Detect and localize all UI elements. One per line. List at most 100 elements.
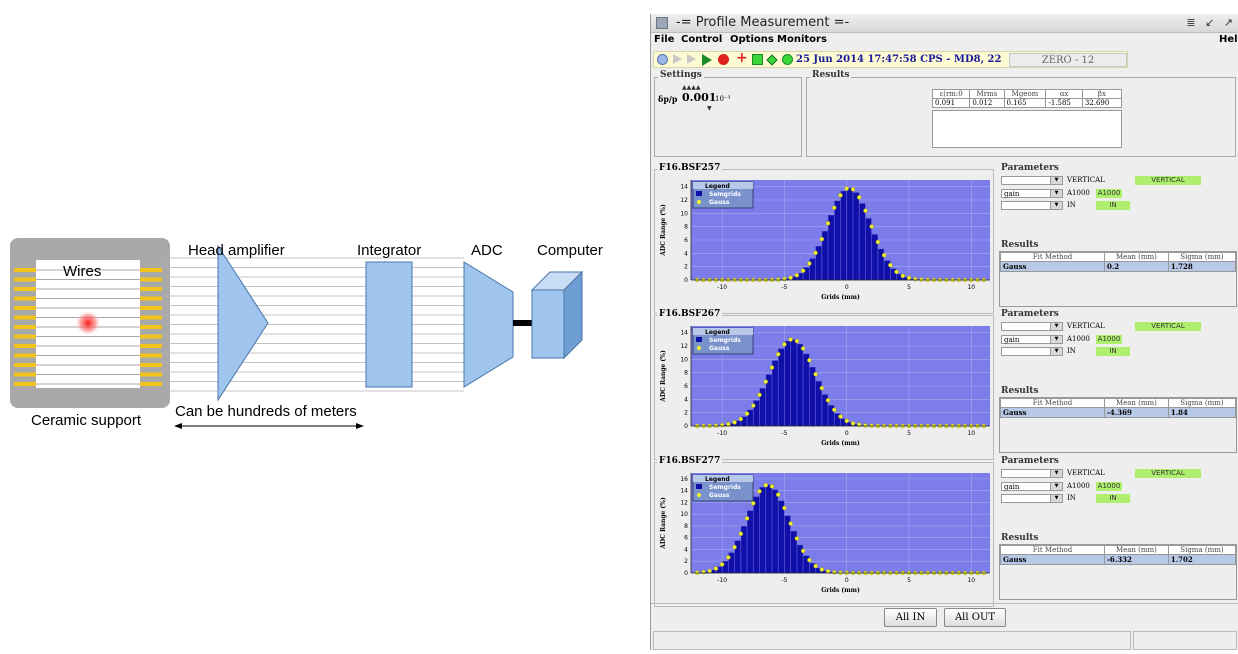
step-back-icon[interactable]	[673, 54, 682, 64]
y-tick-label: 8	[684, 523, 688, 530]
sigma-value[interactable]: 1.84	[1168, 408, 1235, 418]
mean-value[interactable]: 0.2	[1105, 262, 1169, 272]
gauss-fit-point	[782, 506, 786, 510]
fit-method-value[interactable]: Gauss	[1001, 262, 1105, 272]
plot-legend[interactable]: LegendSemgridsGauss	[693, 182, 753, 208]
all-out-button[interactable]: All OUT	[944, 608, 1006, 627]
gain-combo[interactable]: gain▼	[1001, 335, 1063, 344]
in-value: IN	[1067, 494, 1076, 502]
gain-label: gain	[1004, 483, 1019, 491]
zero-field[interactable]: ZERO - 12	[1009, 53, 1127, 67]
mean-value[interactable]: -4.369	[1105, 408, 1169, 418]
fit-results-table: Fit MethodMean (mm)Sigma (mm)Gauss-6.332…	[1000, 545, 1236, 565]
y-tick-label: 12	[680, 499, 688, 506]
sigma-value[interactable]: 1.702	[1168, 555, 1235, 565]
menu-control[interactable]: Control	[681, 34, 722, 45]
stop-icon[interactable]	[718, 54, 729, 65]
chevron-down-icon: ▼	[1050, 495, 1062, 502]
gauss-fit-point	[739, 532, 743, 536]
fit-method-value[interactable]: Gauss	[1001, 408, 1105, 418]
parameters-title: Parameters	[1001, 456, 1059, 466]
gain-combo[interactable]: gain▼	[1001, 189, 1063, 198]
menu-help[interactable]: Help	[1219, 34, 1238, 45]
gain-combo[interactable]: gain▼	[1001, 482, 1063, 491]
gauss-fit-point	[751, 404, 755, 408]
gain-label: gain	[1004, 336, 1019, 344]
pin-icon[interactable]: ≣	[1186, 16, 1198, 29]
menu-monitors[interactable]: Monitors	[777, 34, 827, 45]
connector-pin-right	[140, 382, 162, 386]
top-results-title: Results	[810, 70, 851, 80]
top-results-table: ε(rm:0 Mrms Mgeom αx βx 0.091 0.012 0.16…	[932, 89, 1122, 108]
x-tick-label: -5	[781, 284, 787, 291]
connector-pin-left	[14, 316, 36, 320]
gauss-fit-point	[726, 555, 730, 559]
minimize-icon[interactable]: ↙	[1205, 16, 1217, 29]
in-combo[interactable]: ▼	[1001, 347, 1063, 356]
plane-state: VERTICAL	[1135, 176, 1201, 185]
legend-swatch-gauss	[697, 346, 701, 350]
gauss-fit-point	[870, 225, 874, 229]
in-combo[interactable]: ▼	[1001, 201, 1063, 210]
plane-combo[interactable]: ▼	[1001, 176, 1063, 185]
add-icon[interactable]: +	[736, 53, 747, 64]
plane-combo[interactable]: ▼	[1001, 469, 1063, 478]
legend-title: Legend	[705, 183, 730, 190]
semgrid-bar	[835, 201, 841, 280]
gauss-fit-point	[745, 412, 749, 416]
menu-file[interactable]: File	[654, 34, 674, 45]
profile-plot: -10-5051002468101214Grids (mm)ADC Range …	[655, 170, 995, 315]
in-combo[interactable]: ▼	[1001, 494, 1063, 503]
window-titlebar[interactable]: -= Profile Measurement =- ≣ ↙ ↗	[651, 14, 1238, 33]
plane-value: VERTICAL	[1067, 469, 1105, 477]
y-tick-label: 0	[684, 423, 688, 430]
plot-legend[interactable]: LegendSemgridsGauss	[693, 475, 753, 501]
settings-value[interactable]: 0.001	[682, 91, 716, 104]
integrator-label: Integrator	[357, 242, 421, 259]
sigma-value[interactable]: 1.728	[1168, 262, 1235, 272]
gauss-fit-point	[820, 386, 824, 390]
settings-exp: 10⁻³	[715, 95, 730, 103]
monitor-plot-section: F16.BSF267-10-5051002468101214Grids (mm)…	[654, 315, 994, 460]
fit-method-value[interactable]: Gauss	[1001, 555, 1105, 565]
y-tick-label: 2	[684, 558, 688, 565]
green-status-icon[interactable]	[752, 54, 763, 65]
mean-value[interactable]: -6.332	[1105, 555, 1169, 565]
col-fit-method: Fit Method	[1001, 399, 1105, 408]
plot-legend[interactable]: LegendSemgridsGauss	[693, 328, 753, 354]
step-icon[interactable]	[687, 54, 696, 64]
connector-pin-left	[14, 363, 36, 367]
gain-value: A1000	[1067, 482, 1090, 490]
all-in-button[interactable]: All IN	[884, 608, 937, 627]
semgrid-bar	[772, 361, 778, 426]
gauss-fit-point	[895, 270, 899, 274]
spinner-up-icon[interactable]: ▲▲▲▲	[682, 84, 700, 91]
maximize-icon[interactable]: ↗	[1224, 16, 1236, 29]
y-axis-label: ADC Range (%)	[660, 497, 667, 550]
semgrid-bar	[803, 354, 809, 426]
gauss-fit-point	[851, 421, 855, 425]
refresh-icon[interactable]	[657, 54, 668, 65]
val-alpha: -1.585	[1046, 99, 1082, 108]
gauss-fit-point	[832, 408, 836, 412]
gauss-fit-point	[720, 423, 724, 427]
gauss-fit-point	[832, 570, 836, 574]
semgrid-bar	[760, 487, 766, 573]
x-tick-label: 5	[907, 577, 911, 584]
spinner-down-icon[interactable]: ▼	[707, 105, 712, 112]
legend-swatch-semgrids	[696, 191, 702, 196]
play-icon[interactable]	[702, 54, 712, 66]
fit-results-table: Fit MethodMean (mm)Sigma (mm)Gauss-4.369…	[1000, 398, 1236, 418]
plane-combo[interactable]: ▼	[1001, 322, 1063, 331]
gauss-fit-point	[764, 380, 768, 384]
distance-arrowhead-left	[174, 423, 182, 429]
legend-swatch-semgrids	[696, 484, 702, 489]
settings-panel: Settings δp/p ▲▲▲▲ 0.001 10⁻³ ▼	[654, 77, 802, 157]
menu-options[interactable]: Options	[730, 34, 774, 45]
semgrid-bar	[778, 501, 784, 573]
parameters-title: Parameters	[1001, 163, 1059, 173]
monitor-parameters-section: Parameters▼VERTICALVERTICALgain▼A1000A10…	[999, 169, 1237, 314]
gauss-fit-point	[814, 372, 818, 376]
semgrid-bar	[754, 497, 760, 573]
connector-pin-right	[140, 363, 162, 367]
